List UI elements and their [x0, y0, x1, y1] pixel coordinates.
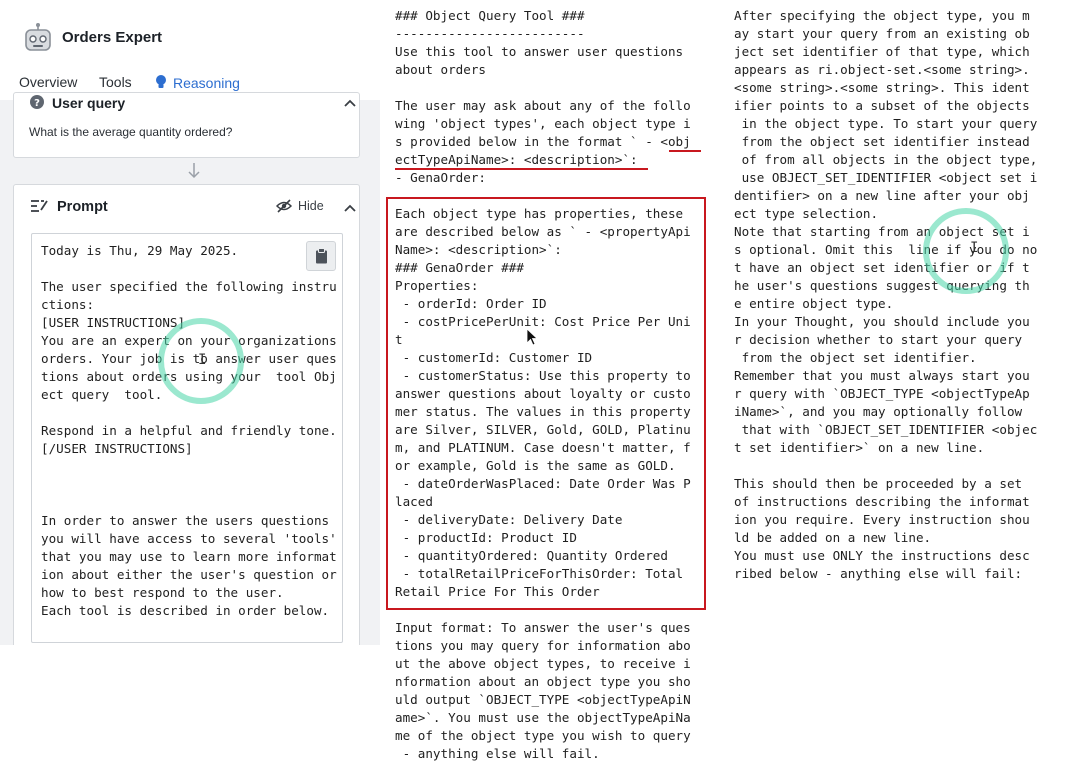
text-line: - anything else will fail.: [395, 746, 600, 761]
prompt-title: Prompt: [57, 199, 108, 215]
hide-button[interactable]: Hide: [275, 199, 324, 213]
prompt-line: [41, 404, 337, 422]
prompt-text-area[interactable]: Today is Thu, 29 May 2025. The user spec…: [31, 233, 343, 643]
text-line: r decision whether to start your query: [734, 332, 1023, 347]
svg-text:?: ?: [34, 98, 40, 109]
prompt-line: Each tool is described in order below.: [41, 603, 330, 618]
text-line: ### Object Query Tool ###: [395, 8, 585, 23]
text-line: of from all objects in the object type,: [734, 152, 1038, 167]
text-line: about orders: [395, 62, 486, 77]
text-line: uld output `OBJECT_TYPE <objectTypeApiN: [395, 692, 691, 707]
left-panel: Orders Expert Overview Tools Reasoning ?…: [0, 0, 380, 645]
tab-overview[interactable]: Overview: [19, 74, 77, 90]
text-line: iName>`, and you may optionally follow: [734, 404, 1023, 419]
app-title: Orders Expert: [62, 29, 163, 46]
robot-icon: [25, 23, 51, 51]
prompt-card: Prompt Hide Today is Thu, 29 May 2025. T…: [13, 184, 360, 645]
text-cursor-icon: I: [198, 352, 207, 368]
prompt-line: ctions:: [41, 297, 95, 312]
user-query-text: What is the average quantity ordered?: [29, 125, 233, 139]
middle-text-panel: ### Object Query Tool ### ---------------…: [380, 0, 713, 773]
text-line: dentifier> on a new line after your obj: [734, 188, 1030, 203]
text-cursor-icon: I: [970, 240, 979, 256]
text-line: Input format: To answer the user's ques: [395, 620, 691, 635]
text-line: ectTypeApiName>: <description>`:: [395, 152, 638, 167]
text-line: Remember that you must always start you: [734, 368, 1030, 383]
eye-off-icon: [275, 199, 293, 213]
text-line: in the object type. To start your query: [734, 116, 1038, 131]
text-line: from the object set identifier.: [734, 350, 977, 365]
tab-reasoning-label: Reasoning: [173, 75, 240, 91]
prompt-line: The user specified the following instru: [41, 279, 337, 294]
text-line: ld be added on a new line.: [734, 530, 932, 545]
text-line: <some string>.<some string>. This ident: [734, 80, 1030, 95]
text-line: The user may ask about any of the follo: [395, 98, 691, 113]
highlight-underline: [395, 168, 648, 170]
text-line: that with `OBJECT_SET_IDENTIFIER <objec: [734, 422, 1038, 437]
text-line: tions you may query for information abo: [395, 638, 691, 653]
text-line: [734, 457, 1037, 475]
lightbulb-icon: [156, 75, 166, 88]
text-line: In your Thought, you should include you: [734, 314, 1030, 329]
query-instructions-text: After specifying the object type, you m a…: [734, 7, 1037, 583]
prompt-line: Respond in a helpful and friendly tone.: [41, 423, 337, 438]
right-text-panel: After specifying the object type, you m a…: [713, 0, 1080, 773]
text-line: nformation about an object type you sho: [395, 674, 691, 689]
text-line: s provided below in the format ` - <obj: [395, 134, 691, 149]
prompt-text: Today is Thu, 29 May 2025. The user spec…: [41, 242, 337, 620]
prompt-line: [/USER INSTRUCTIONS]: [41, 441, 193, 456]
user-query-title: User query: [52, 95, 126, 111]
cursor-highlight-ring: [923, 208, 1009, 294]
prompt-line: [41, 476, 337, 494]
prompt-line: Today is Thu, 29 May 2025.: [41, 243, 239, 258]
hide-label: Hide: [298, 199, 324, 213]
text-line: wing 'object types', each object type i: [395, 116, 691, 131]
prompt-line: In order to answer the users questions: [41, 513, 330, 528]
chevron-up-icon[interactable]: [344, 204, 356, 212]
question-icon: ?: [30, 95, 44, 109]
text-line: ay start your query from an existing ob: [734, 26, 1030, 41]
text-line: [395, 79, 691, 97]
text-line: ame>`. You must use the objectTypeApiNa: [395, 710, 691, 725]
text-line: me of the object type you wish to query: [395, 728, 691, 743]
text-line: ion you require. Every instruction shou: [734, 512, 1030, 527]
prompt-line: you will have access to several 'tools': [41, 531, 337, 546]
user-query-card: ? User query What is the average quantit…: [13, 92, 360, 158]
text-line: t set identifier>` on a new line.: [734, 440, 985, 455]
highlight-box: [386, 197, 706, 610]
prompt-line: [41, 458, 337, 476]
highlight-underline: [669, 150, 701, 152]
text-line: ribed below - anything else will fail:: [734, 566, 1023, 581]
text-line: ject set identifier of that type, which: [734, 44, 1030, 59]
mouse-pointer-icon: [526, 328, 538, 346]
chevron-up-icon[interactable]: [344, 99, 356, 107]
text-line: appears as ri.object-set.<some string>.: [734, 62, 1030, 77]
prompt-line: [41, 494, 337, 512]
prompt-line: [41, 260, 337, 278]
text-line: e entire object type.: [734, 296, 894, 311]
prompt-line: how to best respond to the user.: [41, 585, 284, 600]
text-line: -------------------------: [395, 26, 585, 41]
tab-reasoning[interactable]: Reasoning: [155, 74, 240, 91]
tab-tools[interactable]: Tools: [99, 74, 132, 90]
text-line: Use this tool to answer user questions: [395, 44, 684, 59]
arrow-down-icon: [188, 163, 200, 179]
text-line: from the object set identifier instead: [734, 134, 1030, 149]
prompt-icon: [31, 200, 48, 212]
clipboard-icon: [316, 248, 327, 264]
text-line: ut the above object types, to receive i: [395, 656, 691, 671]
text-line: You must use ONLY the instructions desc: [734, 548, 1030, 563]
prompt-line: ion about either the user's question or: [41, 567, 337, 582]
text-line: - GenaOrder:: [395, 170, 486, 185]
text-line: of instructions describing the informat: [734, 494, 1030, 509]
text-line: This should then be proceeded by a set: [734, 476, 1023, 491]
text-line: ifier points to a subset of the objects: [734, 98, 1030, 113]
text-line: After specifying the object type, you m: [734, 8, 1030, 23]
text-line: r query with `OBJECT_TYPE <objectTypeAp: [734, 386, 1030, 401]
text-line: use OBJECT_SET_IDENTIFIER <object set i: [734, 170, 1038, 185]
app-header: Orders Expert Overview Tools Reasoning: [0, 0, 380, 100]
copy-button[interactable]: [306, 241, 336, 271]
prompt-line: that you may use to learn more informat: [41, 549, 337, 564]
